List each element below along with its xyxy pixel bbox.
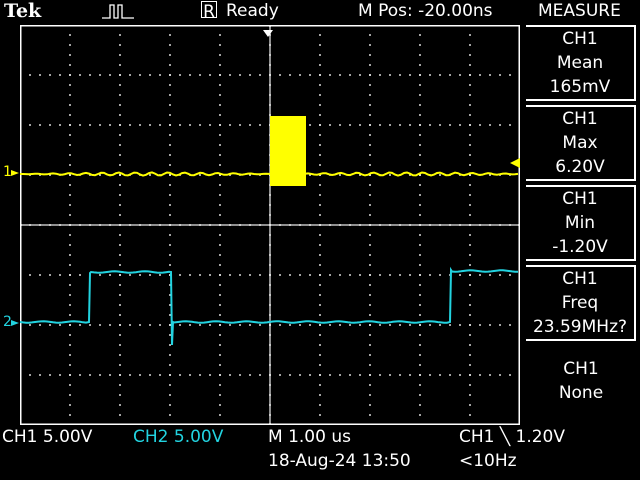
ch1-burst: [270, 116, 306, 186]
measure-type: Max: [562, 133, 598, 153]
measure-channel: CH1: [563, 359, 599, 379]
measure-slot-2[interactable]: CH1 Max 6.20V: [526, 105, 636, 181]
measure-channel: CH1: [562, 109, 598, 129]
timebase: M 1.00 us: [268, 427, 351, 447]
measure-type: Mean: [556, 53, 604, 73]
measure-channel: CH1: [562, 29, 598, 49]
ch2-arrow-icon: [11, 320, 19, 326]
acquisition-icon: [102, 4, 134, 19]
trigger-level-icon: [510, 158, 520, 168]
graticule-grid: [21, 26, 519, 424]
measure-value: 23.59MHz?: [532, 317, 628, 337]
measure-value: 165mV: [549, 77, 611, 97]
measure-slot-4[interactable]: CH1 Freq 23.59MHz?: [526, 265, 636, 341]
measure-channel: CH1: [562, 269, 598, 289]
waveform-display: [20, 25, 520, 425]
ch2-trace: [20, 266, 518, 346]
ch1-arrow-icon: [11, 170, 19, 176]
measure-value: -1.20V: [552, 237, 608, 257]
measure-type: None: [558, 383, 604, 403]
ch1-trace: [20, 171, 519, 177]
measure-type: Min: [564, 213, 596, 233]
ch1-scale: CH1 5.00V: [2, 427, 93, 447]
measure-slot-1[interactable]: CH1 Mean 165mV: [526, 25, 636, 101]
acquisition-status: Ready: [226, 1, 279, 21]
trigger-setting: CH1 ╲ 1.20V: [459, 427, 565, 447]
measure-slot-3[interactable]: CH1 Min -1.20V: [526, 185, 636, 261]
measure-value: 6.20V: [555, 157, 605, 177]
trigger-frequency: <10Hz: [459, 451, 517, 471]
horizontal-position: M Pos: -20.00ns: [358, 1, 493, 21]
ch2-scale: CH2 5.00V: [133, 427, 224, 447]
measure-channel: CH1: [562, 189, 598, 209]
status-flag: R: [201, 1, 217, 22]
brand-logo: Tek: [4, 0, 42, 22]
date-time: 18-Aug-24 13:50: [268, 451, 411, 471]
trigger-position-icon: [263, 30, 273, 37]
measure-panel: CH1 Mean 165mV CH1 Max 6.20V CH1 Min -1.…: [526, 25, 640, 425]
measure-menu-title: MEASURE: [538, 1, 621, 21]
measure-type: Freq: [561, 293, 599, 313]
measure-slot-5[interactable]: CH1 None: [526, 345, 636, 421]
